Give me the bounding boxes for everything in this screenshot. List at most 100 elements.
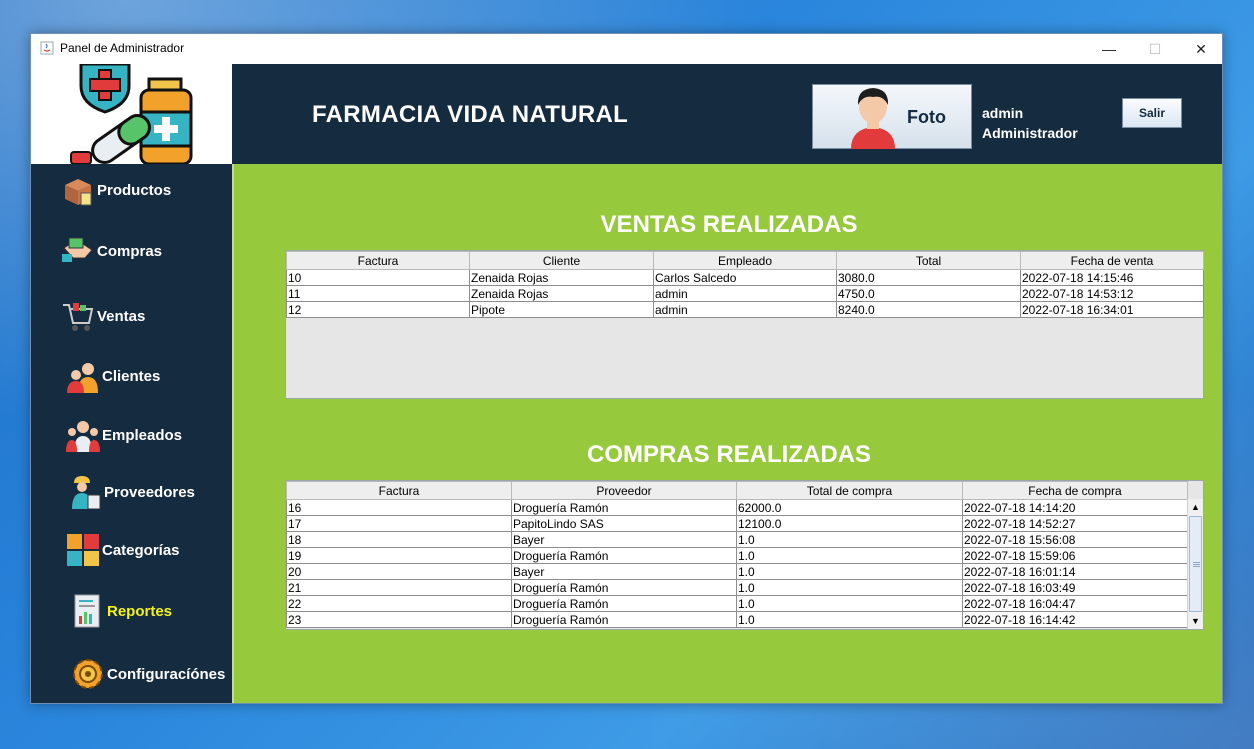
table-row[interactable]: 19 Droguería Ramón 1.0 2022-07-18 15:59:06 [286, 547, 1188, 564]
table-cell[interactable]: Droguería Ramón [511, 547, 737, 564]
table-cell[interactable]: 62000.0 [736, 499, 963, 516]
table-cell[interactable]: Bayer [511, 563, 737, 580]
sidebar-item-reportes[interactable]: Reportes [71, 594, 172, 628]
table-cell[interactable]: 2022-07-18 14:15:46 [1020, 269, 1204, 286]
sales-column-header[interactable]: Fecha de venta [1020, 251, 1204, 270]
scroll-thumb[interactable] [1189, 516, 1202, 612]
table-cell[interactable]: 17 [286, 515, 512, 532]
table-row[interactable]: 10 Zenaida Rojas Carlos Salcedo 3080.0 2… [286, 269, 1204, 286]
table-cell[interactable]: 2022-07-18 16:04:47 [962, 595, 1188, 612]
table-cell[interactable]: admin [653, 301, 837, 318]
cart-icon [63, 303, 94, 331]
table-cell[interactable]: 2022-07-18 14:52:27 [962, 515, 1188, 532]
table-cell[interactable]: Droguería Ramón [511, 595, 737, 612]
sidebar-item-clientes[interactable]: Clientes [66, 359, 160, 393]
table-cell[interactable]: 1.0 [736, 579, 963, 596]
table-cell[interactable]: 11 [286, 285, 470, 302]
sales-column-header[interactable]: Cliente [469, 251, 654, 270]
scroll-up-arrow-icon[interactable]: ▲ [1188, 499, 1203, 515]
table-cell[interactable]: 12100.0 [736, 515, 963, 532]
sales-column-header[interactable]: Empleado [653, 251, 837, 270]
table-cell[interactable]: 19 [286, 547, 512, 564]
table-cell[interactable]: 2022-07-18 15:56:08 [962, 531, 1188, 548]
sidebar-item-ventas[interactable]: Ventas [61, 299, 145, 333]
table-cell[interactable]: 10 [286, 269, 470, 286]
table-row[interactable]: 12 Pipote admin 8240.0 2022-07-18 16:34:… [286, 301, 1204, 318]
purchases-column-header[interactable]: Proveedor [511, 481, 737, 500]
sidebar-item-compras[interactable]: Compras [61, 234, 162, 268]
admin-window: Panel de Administrador — ☐ ✕ FARMACIA VI… [30, 33, 1223, 704]
minimize-button[interactable]: — [1086, 34, 1132, 64]
table-cell[interactable]: admin [653, 285, 837, 302]
table-cell[interactable]: Zenaida Rojas [469, 269, 654, 286]
sales-column-header[interactable]: Total [836, 251, 1021, 270]
table-cell[interactable]: 2022-07-18 16:01:14 [962, 563, 1188, 580]
table-row[interactable]: 20 Bayer 1.0 2022-07-18 16:01:14 [286, 563, 1188, 580]
table-cell[interactable]: 2022-07-18 14:14:20 [962, 499, 1188, 516]
purchases-column-header[interactable]: Fecha de compra [962, 481, 1188, 500]
pharmacy-logo-icon [70, 64, 193, 164]
sidebar-item-categorias[interactable]: Categorías [66, 533, 180, 567]
table-cell[interactable]: 20 [286, 563, 512, 580]
sidebar-item-label: Proveedores [104, 483, 195, 501]
close-button[interactable]: ✕ [1178, 34, 1222, 64]
sidebar-item-label: Categorías [102, 541, 180, 559]
box-icon [65, 179, 92, 206]
user-role: Administrador [982, 125, 1078, 141]
table-cell[interactable]: Pipote [469, 301, 654, 318]
table-cell[interactable]: 2022-07-18 15:59:06 [962, 547, 1188, 564]
purchases-column-header[interactable]: Factura [286, 481, 512, 500]
maximize-button[interactable]: ☐ [1132, 34, 1178, 64]
table-cell[interactable]: 1.0 [736, 531, 963, 548]
table-cell[interactable]: Droguería Ramón [511, 611, 737, 628]
table-cell[interactable]: 2022-07-18 16:03:49 [962, 579, 1188, 596]
sidebar-item-label: Clientes [102, 367, 161, 385]
table-row[interactable]: 16 Droguería Ramón 62000.0 2022-07-18 14:14… [286, 499, 1188, 516]
table-cell[interactable]: 1.0 [736, 611, 963, 628]
sales-column-header[interactable]: Factura [286, 251, 470, 270]
main-content: VENTAS REALIZADAS Factura Cliente Emplea… [232, 164, 1222, 703]
table-cell[interactable]: Carlos Salcedo [653, 269, 837, 286]
table-cell[interactable]: 2022-07-18 16:34:01 [1020, 301, 1204, 318]
table-row[interactable]: 18 Bayer 1.0 2022-07-18 15:56:08 [286, 531, 1188, 548]
table-cell[interactable]: 4750.0 [836, 285, 1021, 302]
sidebar-item-configuraciones[interactable]: Configuracíónes [71, 657, 225, 691]
table-cell[interactable]: 23 [286, 611, 512, 628]
table-cell[interactable]: 3080.0 [836, 269, 1021, 286]
table-cell[interactable]: PapitoLindo SAS [511, 515, 737, 532]
logout-button[interactable]: Salir [1122, 98, 1182, 128]
store-name: FARMACIA VIDA NATURAL [312, 101, 629, 128]
table-cell[interactable]: 16 [286, 499, 512, 516]
table-cell[interactable]: Bayer [511, 531, 737, 548]
table-row[interactable]: 17 PapitoLindo SAS 12100.0 2022-07-18 14:52… [286, 515, 1188, 532]
sales-title: VENTAS REALIZADAS [600, 211, 858, 238]
sales-table: Factura Cliente Empleado Total Fecha de … [285, 250, 1204, 399]
table-cell[interactable]: 12 [286, 301, 470, 318]
table-cell[interactable]: 18 [286, 531, 512, 548]
sidebar-item-productos[interactable]: Productos [61, 173, 171, 207]
table-row[interactable]: 22 Droguería Ramón 1.0 2022-07-18 16:04:47 [286, 595, 1188, 612]
purchases-table: Factura Proveedor Total de compra Fecha … [285, 480, 1204, 630]
table-cell[interactable]: 1.0 [736, 595, 963, 612]
table-row[interactable]: 11 Zenaida Rojas admin 4750.0 2022-07-18… [286, 285, 1204, 302]
sidebar-item-proveedores[interactable]: Proveedores [68, 475, 195, 509]
table-cell[interactable]: 2022-07-18 16:14:42 [962, 611, 1188, 628]
table-cell[interactable]: 22 [286, 595, 512, 612]
table-cell[interactable]: 2022-07-18 14:53:12 [1020, 285, 1204, 302]
table-row[interactable]: 23 Droguería Ramón 1.0 2022-07-18 16:14:42 [286, 611, 1188, 628]
table-cell[interactable]: Droguería Ramón [511, 579, 737, 596]
scroll-down-arrow-icon[interactable]: ▼ [1188, 613, 1203, 629]
purchases-scrollbar[interactable]: ▲ ▼ [1187, 499, 1203, 629]
table-row[interactable]: 21 Droguería Ramón 1.0 2022-07-18 16:03:49 [286, 579, 1188, 596]
table-cell[interactable]: 1.0 [736, 547, 963, 564]
sidebar-item-empleados[interactable]: Empleados [66, 418, 182, 452]
table-cell[interactable]: 8240.0 [836, 301, 1021, 318]
purchases-column-header[interactable]: Total de compra [736, 481, 963, 500]
table-cell[interactable]: 21 [286, 579, 512, 596]
table-cell[interactable]: 1.0 [736, 563, 963, 580]
customers-icon [67, 363, 98, 393]
table-cell[interactable]: Droguería Ramón [511, 499, 737, 516]
photo-button[interactable]: Foto [812, 84, 972, 149]
table-cell[interactable]: Zenaida Rojas [469, 285, 654, 302]
window-title: Panel de Administrador [60, 41, 185, 55]
